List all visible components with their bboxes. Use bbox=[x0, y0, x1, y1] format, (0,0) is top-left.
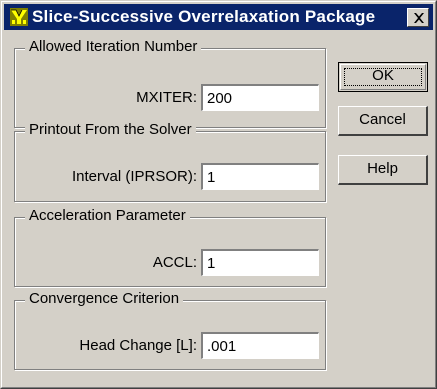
title-bar[interactable]: Slice-Successive Overrelaxation Package bbox=[4, 4, 433, 30]
group-label-iteration: Allowed Iteration Number bbox=[25, 38, 202, 55]
group-label-acceleration: Acceleration Parameter bbox=[25, 207, 190, 224]
close-button[interactable] bbox=[407, 8, 429, 27]
mxiter-input[interactable] bbox=[201, 84, 319, 111]
group-label-convergence: Convergence Criterion bbox=[25, 290, 184, 307]
group-acceleration: Acceleration Parameter ACCL: bbox=[14, 207, 326, 287]
cancel-button[interactable]: Cancel bbox=[338, 106, 428, 136]
group-iteration: Allowed Iteration Number MXITER: bbox=[14, 38, 326, 128]
head-change-input[interactable] bbox=[201, 332, 319, 359]
ok-button[interactable]: OK bbox=[338, 62, 428, 92]
head-change-label: Head Change [L]: bbox=[79, 337, 197, 354]
accl-input[interactable] bbox=[201, 249, 319, 276]
iprsor-input[interactable] bbox=[201, 163, 319, 190]
iprsor-label: Interval (IPRSOR): bbox=[71, 168, 197, 185]
ok-button-label: OK bbox=[372, 67, 394, 84]
group-label-printout: Printout From the Solver bbox=[25, 121, 196, 138]
mxiter-label: MXITER: bbox=[136, 89, 197, 106]
group-printout: Printout From the Solver Interval (IPRSO… bbox=[14, 121, 326, 202]
window-title: Slice-Successive Overrelaxation Package bbox=[32, 7, 376, 26]
dialog-window: Slice-Successive Overrelaxation Package … bbox=[0, 0, 437, 389]
group-convergence: Convergence Criterion Head Change [L]: bbox=[14, 290, 326, 370]
close-icon bbox=[414, 13, 424, 23]
accl-label: ACCL: bbox=[152, 254, 197, 271]
help-button[interactable]: Help bbox=[338, 155, 428, 185]
app-icon bbox=[10, 8, 28, 26]
